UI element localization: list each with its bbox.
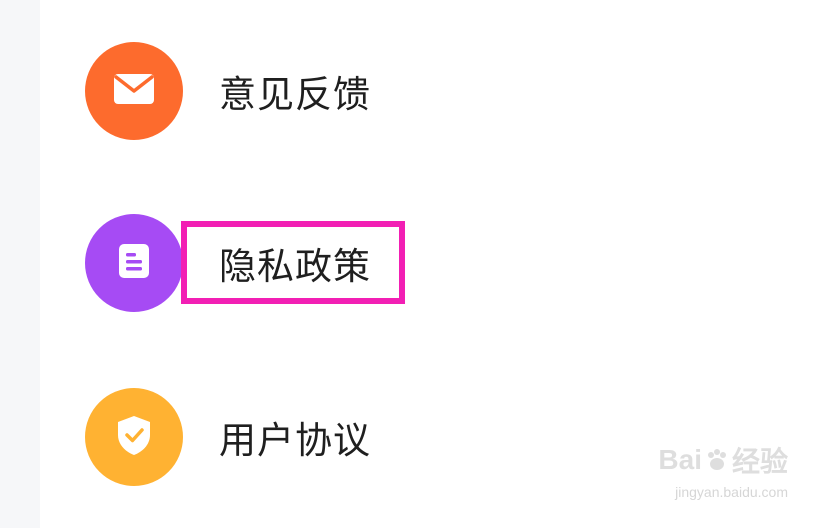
feedback-icon-circle — [85, 42, 183, 140]
mail-icon — [112, 72, 156, 110]
menu-item-privacy-policy[interactable]: 隐私政策 — [85, 213, 785, 313]
menu-item-label: 意见反馈 — [219, 73, 371, 116]
watermark-url: jingyan.baidu.com — [675, 484, 788, 500]
menu-item-label: 隐私政策 — [219, 245, 371, 288]
watermark-brand-right: 经验 — [731, 446, 788, 477]
shield-check-icon — [114, 413, 154, 461]
terms-icon-circle — [85, 388, 183, 486]
menu-item-label: 用户协议 — [219, 419, 371, 462]
privacy-icon-circle — [85, 214, 183, 312]
paw-icon — [704, 447, 730, 473]
menu-item-feedback[interactable]: 意见反馈 — [85, 41, 785, 141]
settings-page: 意见反馈 隐私政策 用户协议 Bai 经验 jingyan.baidu.com — [0, 0, 828, 528]
watermark-brand: Bai 经验 — [628, 440, 788, 480]
document-icon — [117, 242, 151, 284]
watermark-brand-left: Bai — [658, 444, 702, 475]
left-panel-edge — [0, 0, 40, 528]
baidu-jingyan-watermark: Bai 经验 jingyan.baidu.com — [628, 440, 788, 510]
